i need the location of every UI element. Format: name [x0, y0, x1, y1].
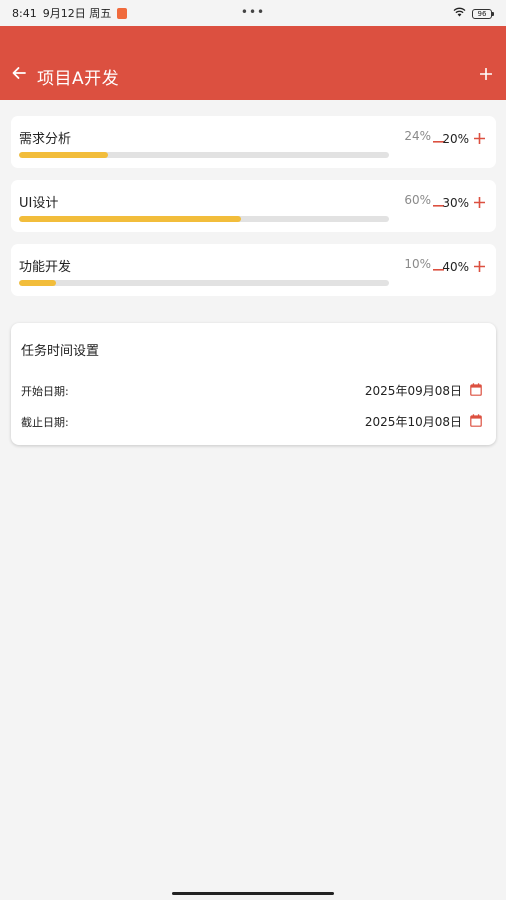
increase-button[interactable] [472, 194, 486, 210]
task-name: 功能开发 [19, 260, 72, 275]
app-bar: 项目A开发 [0, 26, 506, 100]
battery-icon: 96 [472, 8, 494, 19]
task-progress-bar [19, 216, 389, 222]
start-date-picker-button[interactable] [470, 381, 484, 397]
plus-icon [479, 65, 493, 84]
task-progress-text: 24% [404, 129, 431, 143]
plus-icon [473, 257, 485, 276]
increase-button[interactable] [472, 130, 486, 146]
battery-level: 96 [477, 9, 487, 18]
end-date-value: 2025年10月08日 [364, 415, 462, 429]
task-progress-text: 60% [404, 193, 431, 207]
task-card: 需求分析 24% 20% [11, 116, 496, 168]
start-date-row[interactable]: 开始日期: 2025年09月08日 [21, 381, 484, 399]
back-button[interactable] [8, 63, 30, 85]
step-value: 30% [442, 196, 469, 210]
start-date-value: 2025年09月08日 [364, 384, 462, 398]
step-value: 20% [442, 132, 469, 146]
add-task-button[interactable] [476, 64, 496, 84]
task-progress-fill [19, 216, 241, 222]
step-value: 40% [442, 260, 469, 274]
settings-title: 任务时间设置 [21, 344, 100, 359]
task-progress-fill [19, 152, 108, 158]
status-date: 9月12日 周五 [42, 7, 112, 20]
status-more-dots: ••• [240, 5, 266, 19]
status-bar: 8:41 9月12日 周五 ••• 96 [0, 0, 506, 26]
calendar-icon [470, 412, 482, 431]
calendar-icon [470, 381, 482, 400]
task-progress-bar [19, 152, 389, 158]
task-name: 需求分析 [19, 132, 72, 147]
task-card: UI设计 60% 30% [11, 180, 496, 232]
end-date-picker-button[interactable] [470, 412, 484, 428]
arrow-left-icon [12, 65, 26, 84]
task-time-settings-card: 任务时间设置 开始日期: 2025年09月08日 截止日期: 2025年10月0… [11, 323, 496, 445]
task-name: UI设计 [19, 196, 59, 211]
increase-button[interactable] [472, 258, 486, 274]
end-date-label: 截止日期: [21, 416, 69, 429]
page-title: 项目A开发 [37, 69, 120, 89]
plus-icon [473, 193, 485, 212]
end-date-row[interactable]: 截止日期: 2025年10月08日 [21, 412, 484, 430]
task-progress-fill [19, 280, 56, 286]
task-card: 功能开发 10% 40% [11, 244, 496, 296]
wifi-icon [453, 7, 466, 20]
notification-app-icon [117, 7, 128, 19]
task-progress-text: 10% [404, 257, 431, 271]
home-indicator [172, 892, 334, 895]
start-date-label: 开始日期: [21, 385, 69, 398]
status-time: 8:41 [12, 6, 37, 20]
plus-icon [473, 129, 485, 148]
task-progress-bar [19, 280, 389, 286]
